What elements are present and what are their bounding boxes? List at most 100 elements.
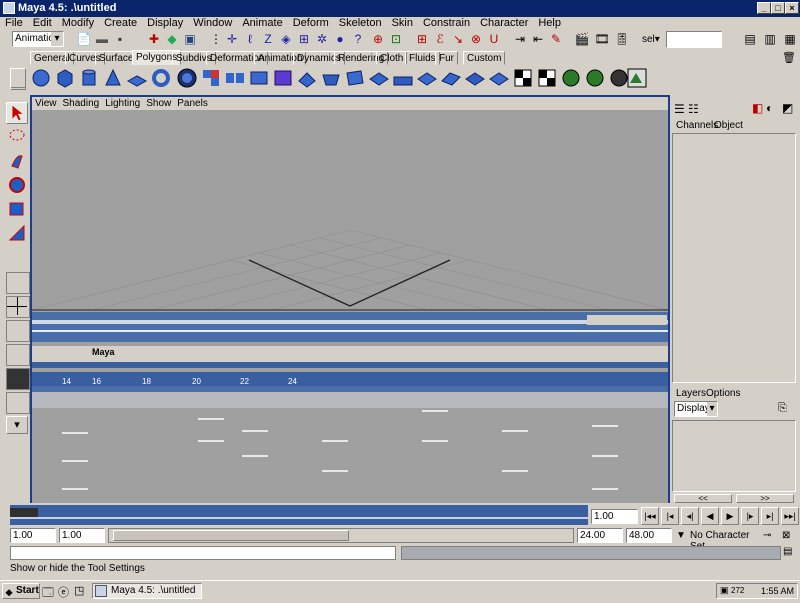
new-scene-icon[interactable]: 📄 bbox=[76, 31, 92, 47]
close-button[interactable]: × bbox=[785, 2, 799, 14]
poly-torus-icon[interactable] bbox=[150, 67, 172, 89]
viewport-menu-panels[interactable]: Panels bbox=[174, 97, 211, 110]
channel-box-list[interactable] bbox=[672, 133, 796, 383]
menu-window[interactable]: Window bbox=[188, 17, 237, 30]
poly-smooth-icon[interactable] bbox=[176, 67, 198, 89]
select-deformations-icon[interactable]: ⊞ bbox=[296, 31, 312, 47]
shelf-scroll-button[interactable] bbox=[10, 68, 26, 90]
snap-grid-icon[interactable]: ⊞ bbox=[414, 31, 430, 47]
layer-list[interactable] bbox=[672, 420, 796, 492]
character-set-selector[interactable]: No Character Set bbox=[690, 530, 760, 552]
attribute-editor-icon[interactable]: ▤ bbox=[742, 31, 758, 47]
poly-extrude-face-icon[interactable] bbox=[296, 67, 318, 89]
channel-box-shortcut-icon[interactable]: ◩ bbox=[782, 101, 793, 115]
step-back-frame-icon[interactable]: ◂| bbox=[681, 507, 699, 525]
layer-display-selector[interactable]: Display ▾ bbox=[674, 401, 718, 417]
play-forwards-icon[interactable]: ▶ bbox=[721, 507, 739, 525]
poly-append-icon[interactable] bbox=[416, 67, 438, 89]
poly-sphere-icon[interactable] bbox=[30, 67, 52, 89]
start-time-field[interactable]: 1.00 bbox=[10, 528, 56, 543]
menu-mode-selector[interactable]: Animation ▾ bbox=[12, 31, 64, 47]
channel-box-layout-icon-2[interactable]: ☷ bbox=[688, 102, 699, 116]
menu-animate[interactable]: Animate bbox=[237, 17, 287, 30]
snap-curve-icon[interactable]: ℰ bbox=[432, 31, 448, 47]
shelf-tab-custom[interactable]: Custom bbox=[463, 51, 506, 65]
poly-cylinder-icon[interactable] bbox=[78, 67, 100, 89]
paint-select-tool-icon[interactable] bbox=[6, 150, 28, 172]
lock-selection-icon[interactable]: ⊕ bbox=[370, 31, 386, 47]
open-scene-icon[interactable]: ▬ bbox=[94, 31, 110, 47]
viewport-menu-lighting[interactable]: Lighting bbox=[102, 97, 143, 110]
poly-uv-layout-icon[interactable] bbox=[626, 67, 648, 89]
tool-settings-icon[interactable]: ▥ bbox=[762, 31, 778, 47]
taskbar-maya-button[interactable]: Maya 4.5: .\untitled bbox=[92, 583, 202, 599]
output-connections-icon[interactable]: ⇤ bbox=[530, 31, 546, 47]
poly-cone-icon[interactable] bbox=[102, 67, 124, 89]
layout-hypershade-icon[interactable] bbox=[6, 368, 30, 390]
channel-box-layout-icon[interactable]: ☰ bbox=[674, 102, 685, 116]
poly-combine-icon[interactable] bbox=[200, 67, 222, 89]
select-joints-icon[interactable]: ℓ bbox=[242, 31, 258, 47]
save-scene-icon[interactable]: ▪ bbox=[112, 31, 128, 47]
attribute-editor-shortcut-icon[interactable]: ◧ bbox=[752, 101, 763, 115]
select-tool-icon[interactable] bbox=[6, 102, 28, 124]
layout-options-button[interactable]: ▾ bbox=[6, 416, 28, 434]
sel-label[interactable]: sel▾ bbox=[642, 34, 660, 45]
highlight-selection-icon[interactable]: ⊡ bbox=[388, 31, 404, 47]
viewport-menu-shading[interactable]: Shading bbox=[60, 97, 103, 110]
go-to-start-icon[interactable]: |◂◂ bbox=[641, 507, 659, 525]
select-dynamics-icon[interactable]: ✲ bbox=[314, 31, 330, 47]
options-tab[interactable]: Options bbox=[706, 388, 740, 399]
select-surfaces-icon[interactable]: ◈ bbox=[278, 31, 294, 47]
tray-network-icon[interactable]: ▣ bbox=[720, 585, 729, 596]
menu-skeleton[interactable]: Skeleton bbox=[334, 17, 387, 30]
step-forward-frame-icon[interactable]: |▸ bbox=[741, 507, 759, 525]
range-slider-handle[interactable] bbox=[113, 530, 349, 541]
ie-icon[interactable]: ⓔ bbox=[58, 584, 69, 600]
layout-single-perspective-icon[interactable] bbox=[6, 272, 30, 294]
rotate-tool-icon[interactable] bbox=[6, 198, 28, 220]
start-button[interactable]: ❖ Start bbox=[2, 583, 40, 599]
menu-edit[interactable]: Edit bbox=[28, 17, 57, 30]
menu-modify[interactable]: Modify bbox=[57, 17, 99, 30]
menu-character[interactable]: Character bbox=[475, 17, 533, 30]
step-forward-key-icon[interactable]: ▸| bbox=[761, 507, 779, 525]
perspective-viewport[interactable]: Maya 14 16 18 20 22 24 bbox=[30, 95, 670, 503]
render-globals-icon[interactable]: 🎚 bbox=[614, 31, 630, 47]
poly-cube-icon[interactable] bbox=[54, 67, 76, 89]
menu-display[interactable]: Display bbox=[142, 17, 188, 30]
range-slider-bar[interactable] bbox=[108, 528, 574, 543]
viewport-menu-view[interactable]: View bbox=[32, 97, 60, 110]
poly-uv-spherical-icon[interactable] bbox=[560, 67, 582, 89]
end-time-field[interactable]: 48.00 bbox=[626, 528, 672, 543]
poly-split-icon[interactable] bbox=[368, 67, 390, 89]
ipr-render-icon[interactable]: 🎞 bbox=[594, 31, 610, 47]
minimize-button[interactable]: _ bbox=[757, 2, 771, 14]
viewport-menu-show[interactable]: Show bbox=[143, 97, 174, 110]
chevron-down-icon[interactable]: ▼ bbox=[676, 530, 688, 542]
range-start-field[interactable]: 1.00 bbox=[59, 528, 105, 543]
poly-uv-automatic-icon[interactable] bbox=[584, 67, 606, 89]
menu-create[interactable]: Create bbox=[99, 17, 142, 30]
select-hierarchy-icon[interactable]: ✚ bbox=[146, 31, 162, 47]
poly-subdivide-icon[interactable] bbox=[464, 67, 486, 89]
poly-plane-icon[interactable] bbox=[126, 67, 148, 89]
poly-extrude-edge-icon[interactable] bbox=[320, 67, 342, 89]
snap-view-plane-icon[interactable]: ⊗ bbox=[468, 31, 484, 47]
trash-icon[interactable]: 🗑 bbox=[782, 51, 796, 65]
layout-persp-graph-icon[interactable] bbox=[6, 344, 30, 366]
poly-bevel-icon[interactable] bbox=[344, 67, 366, 89]
make-live-icon[interactable]: U bbox=[486, 31, 502, 47]
render-frame-icon[interactable]: 🎬 bbox=[574, 31, 590, 47]
layers-tab[interactable]: Layers bbox=[676, 388, 706, 399]
scale-tool-icon[interactable] bbox=[6, 222, 28, 244]
menu-skin[interactable]: Skin bbox=[387, 17, 418, 30]
quick-selection-field[interactable] bbox=[666, 31, 722, 48]
maximize-button[interactable]: □ bbox=[771, 2, 785, 14]
quicklaunch-icon[interactable]: ◳ bbox=[74, 584, 84, 597]
select-curves-icon[interactable]: Z bbox=[260, 31, 276, 47]
poly-uv-cylindrical-icon[interactable] bbox=[536, 67, 558, 89]
history-toggle-icon[interactable]: ✎ bbox=[548, 31, 564, 47]
poly-uv-planar-icon[interactable] bbox=[512, 67, 534, 89]
poly-mirror-icon[interactable] bbox=[272, 67, 294, 89]
